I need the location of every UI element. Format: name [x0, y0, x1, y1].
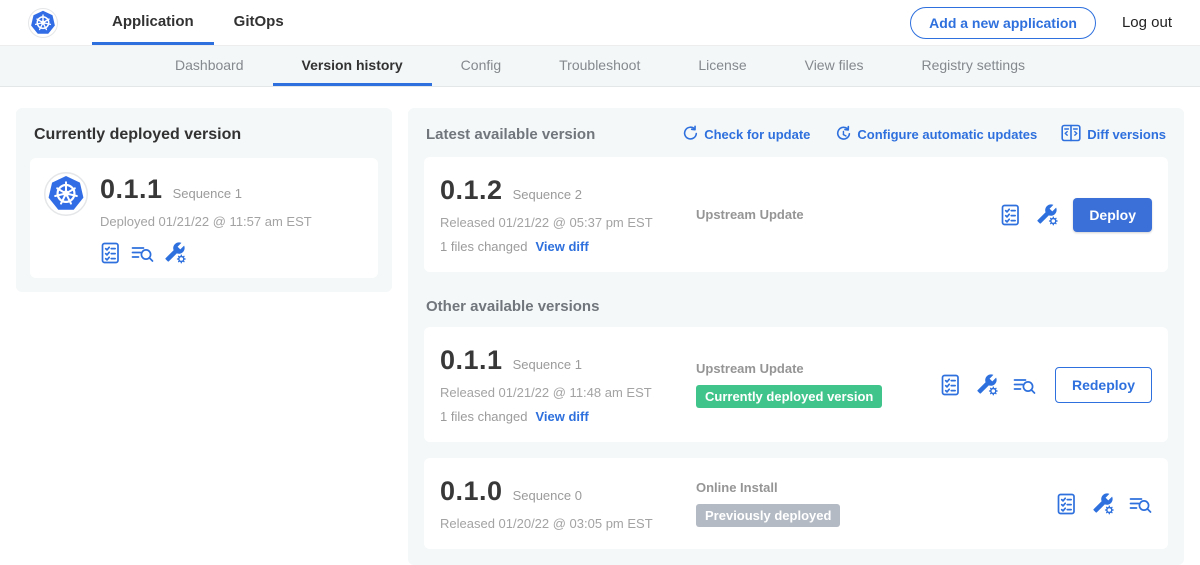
version-card-0-1-2: 0.1.2 Sequence 2 Released 01/21/22 @ 05:…	[424, 157, 1168, 272]
edit-config-icon[interactable]	[164, 241, 186, 264]
view-logs-icon[interactable]	[1129, 494, 1152, 514]
tab-dashboard[interactable]: Dashboard	[146, 46, 273, 86]
version-card-0-1-1: 0.1.1 Sequence 1 Released 01/21/22 @ 11:…	[424, 327, 1168, 442]
sequence-label: Sequence 1	[513, 357, 582, 372]
deploy-button[interactable]: Deploy	[1073, 198, 1152, 232]
version-source-label: Online Install	[696, 480, 1056, 495]
edit-config-icon[interactable]	[1092, 492, 1114, 515]
diff-columns-icon	[1061, 124, 1081, 145]
deployed-timestamp: Deployed 01/21/22 @ 11:57 am EST	[100, 214, 312, 229]
view-diff-link[interactable]: View diff	[535, 239, 588, 254]
tab-application[interactable]: Application	[92, 0, 214, 45]
tab-gitops[interactable]: GitOps	[214, 0, 304, 45]
view-logs-icon[interactable]	[131, 243, 154, 263]
deployed-version-card: 0.1.1 Sequence 1 Deployed 01/21/22 @ 11:…	[30, 158, 378, 278]
schedule-update-icon	[834, 125, 851, 145]
version-number: 0.1.1	[440, 345, 503, 376]
deployed-panel-title: Currently deployed version	[34, 126, 376, 144]
diff-versions-link[interactable]: Diff versions	[1061, 124, 1166, 145]
app-logo-icon	[44, 172, 88, 264]
deployed-sequence-label: Sequence 1	[173, 186, 242, 201]
version-source-label: Upstream Update	[696, 207, 1000, 222]
diff-versions-label: Diff versions	[1087, 127, 1166, 142]
tab-registry-settings[interactable]: Registry settings	[893, 46, 1054, 86]
tab-version-history[interactable]: Version history	[273, 46, 432, 86]
files-changed-label: 1 files changed	[440, 239, 527, 254]
sequence-label: Sequence 2	[513, 187, 582, 202]
add-application-button[interactable]: Add a new application	[910, 7, 1096, 39]
other-versions-title: Other available versions	[426, 298, 1166, 315]
preflight-checks-icon[interactable]	[100, 242, 121, 264]
configure-automatic-updates-link[interactable]: Configure automatic updates	[834, 125, 1037, 145]
check-for-update-label: Check for update	[704, 127, 810, 142]
sequence-label: Sequence 0	[513, 488, 582, 503]
version-source-label: Upstream Update	[696, 361, 940, 376]
available-versions-panel: Latest available version Check for updat…	[408, 108, 1184, 565]
main-content: Currently deployed version 0.1.1 Sequenc…	[0, 87, 1200, 565]
top-nav: Application GitOps Add a new application…	[0, 0, 1200, 46]
tab-view-files[interactable]: View files	[776, 46, 893, 86]
app-sub-nav: Dashboard Version history Config Trouble…	[0, 46, 1200, 87]
check-for-update-link[interactable]: Check for update	[681, 125, 810, 145]
deployed-version-number: 0.1.1	[100, 174, 163, 205]
tab-license[interactable]: License	[669, 46, 775, 86]
kubernetes-logo-icon	[28, 0, 58, 45]
version-card-0-1-0: 0.1.0 Sequence 0 Released 01/20/22 @ 03:…	[424, 458, 1168, 549]
view-diff-link[interactable]: View diff	[535, 409, 588, 424]
preflight-checks-icon[interactable]	[940, 374, 961, 396]
configure-automatic-updates-label: Configure automatic updates	[857, 127, 1037, 142]
top-tabs: Application GitOps	[92, 0, 304, 45]
tab-config[interactable]: Config	[432, 46, 530, 86]
files-changed-label: 1 files changed	[440, 409, 527, 424]
version-number: 0.1.2	[440, 175, 503, 206]
preflight-checks-icon[interactable]	[1056, 493, 1077, 515]
previously-deployed-badge: Previously deployed	[696, 504, 840, 527]
logout-button[interactable]: Log out	[1122, 14, 1172, 31]
released-timestamp: Released 01/20/22 @ 03:05 pm EST	[440, 516, 696, 531]
preflight-checks-icon[interactable]	[1000, 204, 1021, 226]
currently-deployed-badge: Currently deployed version	[696, 385, 882, 408]
released-timestamp: Released 01/21/22 @ 05:37 pm EST	[440, 215, 696, 230]
edit-config-icon[interactable]	[1036, 203, 1058, 226]
released-timestamp: Released 01/21/22 @ 11:48 am EST	[440, 385, 696, 400]
view-logs-icon[interactable]	[1013, 375, 1036, 395]
currently-deployed-panel: Currently deployed version 0.1.1 Sequenc…	[16, 108, 392, 292]
tab-troubleshoot[interactable]: Troubleshoot	[530, 46, 669, 86]
edit-config-icon[interactable]	[976, 373, 998, 396]
redeploy-button[interactable]: Redeploy	[1055, 367, 1152, 403]
latest-available-title: Latest available version	[426, 126, 595, 143]
refresh-icon	[681, 125, 698, 145]
version-number: 0.1.0	[440, 476, 503, 507]
